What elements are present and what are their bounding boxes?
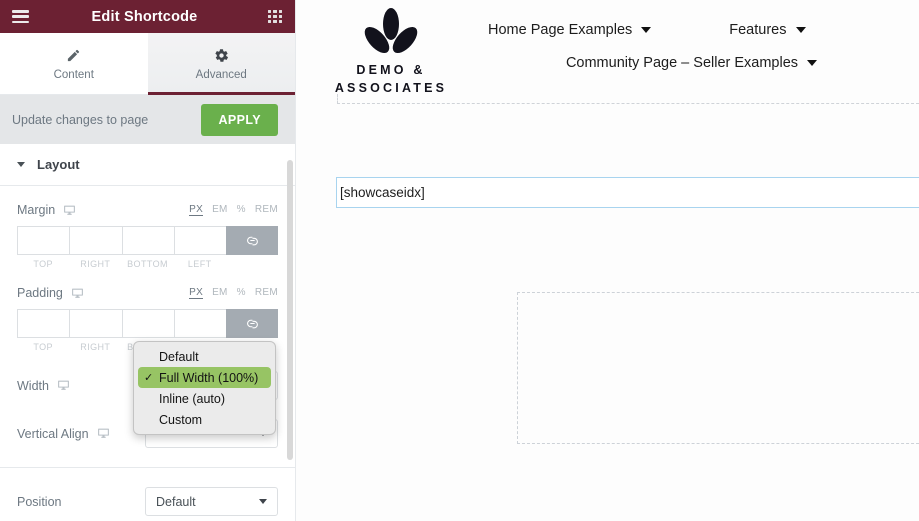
- desktop-device-icon[interactable]: [97, 427, 110, 440]
- tab-content-label: Content: [53, 68, 94, 81]
- position-label: Position: [17, 494, 62, 509]
- nav-item-features-label: Features: [729, 22, 787, 38]
- margin-link-values-button[interactable]: [226, 226, 278, 255]
- chevron-down-icon: [795, 27, 806, 33]
- position-control: Position Default: [17, 468, 278, 516]
- padding-unit-px[interactable]: PX: [189, 287, 204, 299]
- padding-control: Padding PX EM % REM TOP RIGHT: [17, 269, 278, 352]
- chevron-down-icon: [807, 60, 818, 66]
- panel-tabs: Content Advanced: [0, 33, 295, 95]
- margin-bottom-label: BOTTOM: [127, 259, 168, 269]
- nav-row-primary: Home Page Examples Features: [486, 22, 919, 38]
- tab-advanced-label: Advanced: [195, 68, 247, 81]
- chevron-down-icon: [259, 499, 267, 504]
- margin-right-input[interactable]: [69, 226, 122, 255]
- desktop-device-icon[interactable]: [57, 379, 70, 392]
- margin-label: Margin: [17, 203, 56, 217]
- edit-shortcode-panel: Edit Shortcode Content Advanced Update c…: [0, 0, 296, 521]
- panel-title: Edit Shortcode: [91, 8, 198, 25]
- hamburger-icon: [11, 10, 29, 23]
- shortcode-widget[interactable]: [showcaseidx]: [336, 177, 919, 208]
- margin-label-spacer: [226, 259, 278, 269]
- margin-bottom-input[interactable]: [121, 226, 174, 255]
- tab-content[interactable]: Content: [0, 33, 148, 94]
- margin-left-label: LEFT: [187, 259, 212, 269]
- padding-units: PX EM % REM: [189, 287, 278, 299]
- margin-units: PX EM % REM: [189, 204, 278, 216]
- site-logo[interactable]: DEMO & ASSOCIATES: [296, 6, 486, 97]
- width-option-full-width-label: Full Width (100%): [159, 370, 259, 385]
- chevron-down-icon: [17, 162, 25, 167]
- margin-control: Margin PX EM % REM TOP RIGHT BOTTOM LEFT: [17, 186, 278, 269]
- width-option-default[interactable]: Default: [138, 346, 271, 367]
- padding-unit-percent[interactable]: %: [237, 287, 246, 298]
- nav-item-community-page-seller-examples-label: Community Page – Seller Examples: [565, 55, 799, 71]
- nav-item-home-page-examples-label: Home Page Examples: [488, 22, 633, 38]
- padding-left-input[interactable]: [173, 309, 226, 338]
- nav-item-features[interactable]: Features: [729, 22, 806, 38]
- shortcode-text: [showcaseidx]: [340, 185, 425, 200]
- padding-right-label: RIGHT: [80, 342, 111, 352]
- tab-advanced[interactable]: Advanced: [147, 33, 295, 95]
- pencil-icon: [66, 47, 81, 64]
- zindex-control: Z-Index: [17, 516, 278, 521]
- width-option-custom-label: Custom: [159, 412, 203, 427]
- desktop-device-icon[interactable]: [71, 287, 84, 300]
- section-outline-top: [337, 94, 919, 104]
- page-preview: DEMO & ASSOCIATES Home Page Examples Fea…: [296, 0, 919, 521]
- widgets-panel-button[interactable]: [255, 0, 295, 33]
- grid-apps-icon: [268, 9, 282, 24]
- site-header: DEMO & ASSOCIATES Home Page Examples Fea…: [296, 0, 919, 95]
- update-changes-bar: Update changes to page APPLY: [0, 95, 295, 144]
- margin-unit-em[interactable]: EM: [212, 204, 228, 215]
- padding-unit-rem[interactable]: REM: [255, 287, 278, 298]
- gear-icon: [214, 47, 229, 64]
- site-navigation: Home Page Examples Features Community Pa…: [486, 6, 919, 71]
- width-option-default-label: Default: [159, 349, 199, 364]
- editor-screen: Edit Shortcode Content Advanced Update c…: [0, 0, 919, 521]
- update-changes-text: Update changes to page: [12, 112, 149, 127]
- margin-top-input[interactable]: [17, 226, 70, 255]
- chevron-down-icon: [641, 27, 652, 33]
- nav-item-home-page-examples[interactable]: Home Page Examples: [488, 22, 652, 38]
- nav-item-community-page-seller-examples[interactable]: Community Page – Seller Examples: [565, 55, 818, 71]
- empty-section-placeholder[interactable]: [517, 292, 919, 444]
- margin-unit-rem[interactable]: REM: [255, 204, 278, 215]
- three-leaf-logo-icon: [361, 8, 421, 54]
- width-option-inline[interactable]: Inline (auto): [138, 388, 271, 409]
- check-icon: ✓: [144, 372, 154, 384]
- padding-top-input[interactable]: [17, 309, 70, 338]
- width-option-custom[interactable]: Custom: [138, 409, 271, 430]
- panel-scrollbar[interactable]: [287, 160, 293, 460]
- padding-top-label: TOP: [33, 342, 53, 352]
- margin-side-labels: TOP RIGHT BOTTOM LEFT: [17, 259, 278, 269]
- padding-bottom-input[interactable]: [121, 309, 174, 338]
- margin-unit-percent[interactable]: %: [237, 204, 246, 215]
- padding-inputs: [17, 309, 278, 338]
- layout-section-header[interactable]: Layout: [0, 144, 295, 186]
- padding-link-values-button[interactable]: [226, 309, 278, 338]
- brand-line-1: DEMO &: [356, 63, 426, 77]
- padding-right-input[interactable]: [69, 309, 122, 338]
- width-option-inline-label: Inline (auto): [159, 391, 226, 406]
- padding-label: Padding: [17, 286, 63, 300]
- vertical-align-label: Vertical Align: [17, 426, 89, 441]
- desktop-device-icon[interactable]: [63, 204, 76, 217]
- apply-button[interactable]: APPLY: [201, 103, 278, 136]
- position-select[interactable]: Default: [145, 487, 278, 516]
- margin-unit-px[interactable]: PX: [189, 204, 204, 216]
- margin-right-label: RIGHT: [80, 259, 111, 269]
- panel-header: Edit Shortcode: [0, 0, 295, 33]
- margin-inputs: [17, 226, 278, 255]
- margin-top-label: TOP: [33, 259, 53, 269]
- nav-row-secondary: Community Page – Seller Examples: [486, 38, 919, 71]
- width-label: Width: [17, 378, 49, 393]
- width-dropdown-menu: Default ✓ Full Width (100%) Inline (auto…: [133, 341, 276, 435]
- width-option-full-width[interactable]: ✓ Full Width (100%): [138, 367, 271, 388]
- position-select-value: Default: [156, 494, 196, 509]
- padding-unit-em[interactable]: EM: [212, 287, 228, 298]
- brand-name: DEMO & ASSOCIATES: [335, 61, 447, 97]
- layout-section-title: Layout: [37, 157, 80, 172]
- margin-left-input[interactable]: [173, 226, 226, 255]
